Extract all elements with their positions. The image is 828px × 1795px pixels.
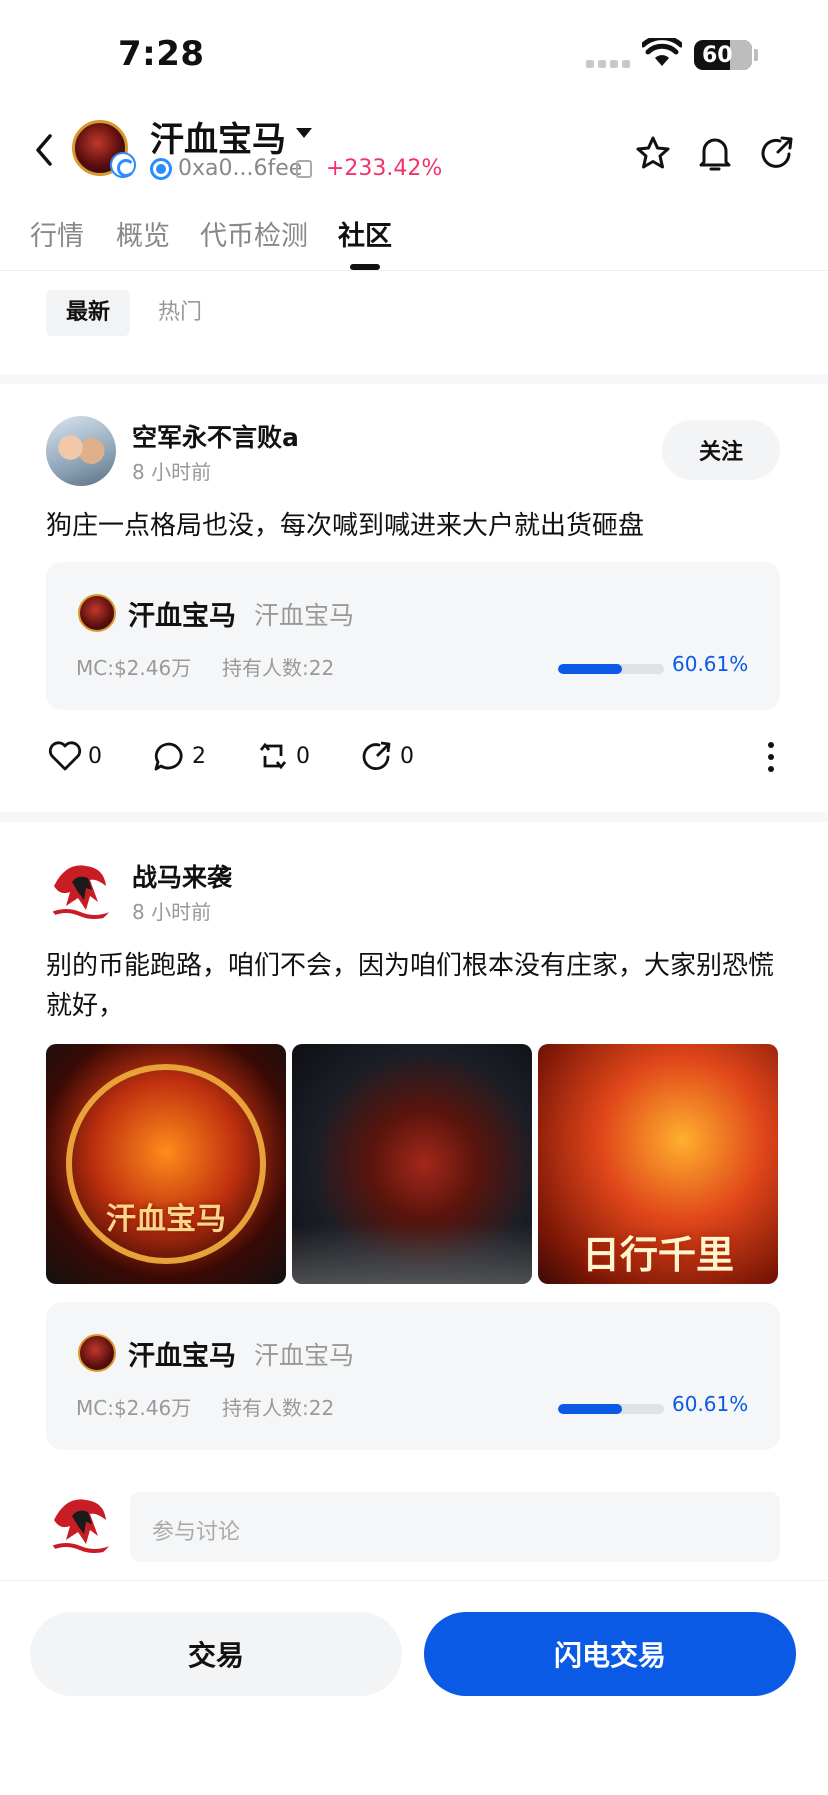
tab-market[interactable]: 行情 — [30, 214, 84, 253]
bell-icon[interactable] — [696, 134, 734, 178]
filter-hot[interactable]: 热门 — [138, 290, 222, 336]
token-card-progress-label: 60.61% — [672, 1392, 749, 1416]
token-name[interactable]: 汗血宝马 — [150, 112, 286, 161]
share-icon — [362, 741, 391, 770]
progress-fill — [558, 664, 623, 674]
post-image[interactable]: 日行千里 — [538, 1044, 778, 1284]
filter-latest[interactable]: 最新 — [46, 290, 131, 336]
comment-input[interactable]: 参与讨论 — [130, 1492, 780, 1562]
heart-icon — [48, 741, 82, 771]
chain-badge-icon — [110, 152, 136, 178]
image-caption: 日行千里 — [581, 1233, 734, 1277]
share-icon[interactable] — [758, 134, 796, 176]
post-author[interactable]: 战马来袭 — [132, 858, 232, 894]
token-card[interactable]: 汗血宝马 汗血宝马 MC:$2.46万 持有人数:22 60.61% — [46, 562, 780, 710]
token-card-progress-label: 60.61% — [672, 652, 749, 676]
comment-placeholder: 参与讨论 — [152, 1520, 241, 1545]
share-button[interactable]: 0 — [360, 740, 414, 772]
tab-overview[interactable]: 概览 — [116, 214, 170, 253]
post-time: 8 小时前 — [132, 900, 212, 924]
cellular-signal-icon — [586, 60, 630, 68]
trade-button[interactable]: 交易 — [30, 1612, 402, 1696]
token-address: 0xa0...6fee — [178, 156, 303, 181]
smoke — [292, 1224, 532, 1284]
comment-icon — [154, 742, 183, 771]
battery-icon: 60 — [694, 40, 752, 70]
post-image[interactable] — [292, 1044, 532, 1284]
post-author[interactable]: 空军永不言败a — [132, 418, 299, 454]
token-card-holders: 持有人数:22 — [222, 1396, 335, 1420]
star-icon[interactable] — [634, 134, 672, 176]
token-card-progress-bar — [558, 664, 664, 674]
tab-community[interactable]: 社区 — [338, 214, 392, 253]
more-options-icon[interactable] — [766, 740, 776, 778]
post-image[interactable]: 汗血宝马 — [46, 1044, 286, 1284]
token-card-subname: 汗血宝马 — [254, 1341, 355, 1370]
tab-token-check[interactable]: 代币检测 — [200, 214, 308, 253]
progress-fill — [558, 1404, 623, 1414]
avatar[interactable] — [46, 416, 116, 486]
token-card-subname: 汗血宝马 — [254, 601, 355, 630]
post-time: 8 小时前 — [132, 460, 212, 484]
price-change: +233.42% — [326, 156, 443, 181]
back-arrow-icon[interactable] — [28, 130, 58, 174]
chain-icon — [150, 158, 172, 180]
avatar — [46, 1490, 116, 1560]
token-card-progress-bar — [558, 1404, 664, 1414]
avatar[interactable] — [46, 856, 116, 926]
token-card[interactable]: 汗血宝马 汗血宝马 MC:$2.46万 持有人数:22 60.61% — [46, 1302, 780, 1450]
flash-trade-button[interactable]: 闪电交易 — [424, 1612, 796, 1696]
repost-icon — [259, 742, 287, 770]
comment-button[interactable]: 2 — [152, 740, 206, 772]
share-count: 0 — [400, 743, 414, 769]
post-text[interactable]: 别的币能跑路，咱们不会，因为咱们根本没有庄家，大家别恐慌就好， — [46, 946, 786, 1026]
token-card-market-cap: MC:$2.46万 — [76, 656, 192, 680]
status-time: 7:28 — [118, 34, 205, 74]
token-card-holders: 持有人数:22 — [222, 656, 335, 680]
battery-level: 60 — [702, 42, 733, 68]
like-count: 0 — [88, 743, 102, 769]
section-divider — [0, 812, 828, 822]
comment-count: 2 — [192, 743, 206, 769]
repost-button[interactable]: 0 — [256, 740, 310, 772]
token-dropdown-caret-icon[interactable] — [296, 128, 312, 138]
copy-icon[interactable] — [296, 160, 312, 178]
wifi-icon — [640, 35, 684, 72]
section-divider — [0, 374, 828, 384]
battery-nub — [754, 49, 758, 61]
token-logo — [78, 1334, 116, 1372]
token-card-market-cap: MC:$2.46万 — [76, 1396, 192, 1420]
tabs-divider — [0, 270, 828, 271]
token-card-name: 汗血宝马 — [128, 601, 236, 632]
post-text[interactable]: 狗庄一点格局也没，每次喊到喊进来大户就出货砸盘 — [46, 506, 786, 546]
like-button[interactable]: 0 — [48, 740, 102, 772]
repost-count: 0 — [296, 743, 310, 769]
token-card-name: 汗血宝马 — [128, 1341, 236, 1372]
follow-button[interactable]: 关注 — [662, 420, 780, 480]
token-logo — [78, 594, 116, 632]
image-caption: 汗血宝马 — [106, 1202, 226, 1237]
bottom-divider — [0, 1580, 828, 1581]
